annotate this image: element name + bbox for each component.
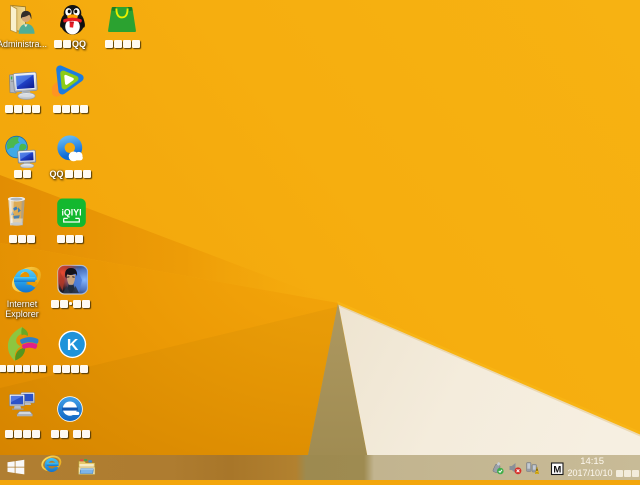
svg-text:K: K [67, 337, 79, 354]
svg-text:iQIYI: iQIYI [61, 207, 81, 217]
svg-text:M: M [553, 465, 561, 476]
